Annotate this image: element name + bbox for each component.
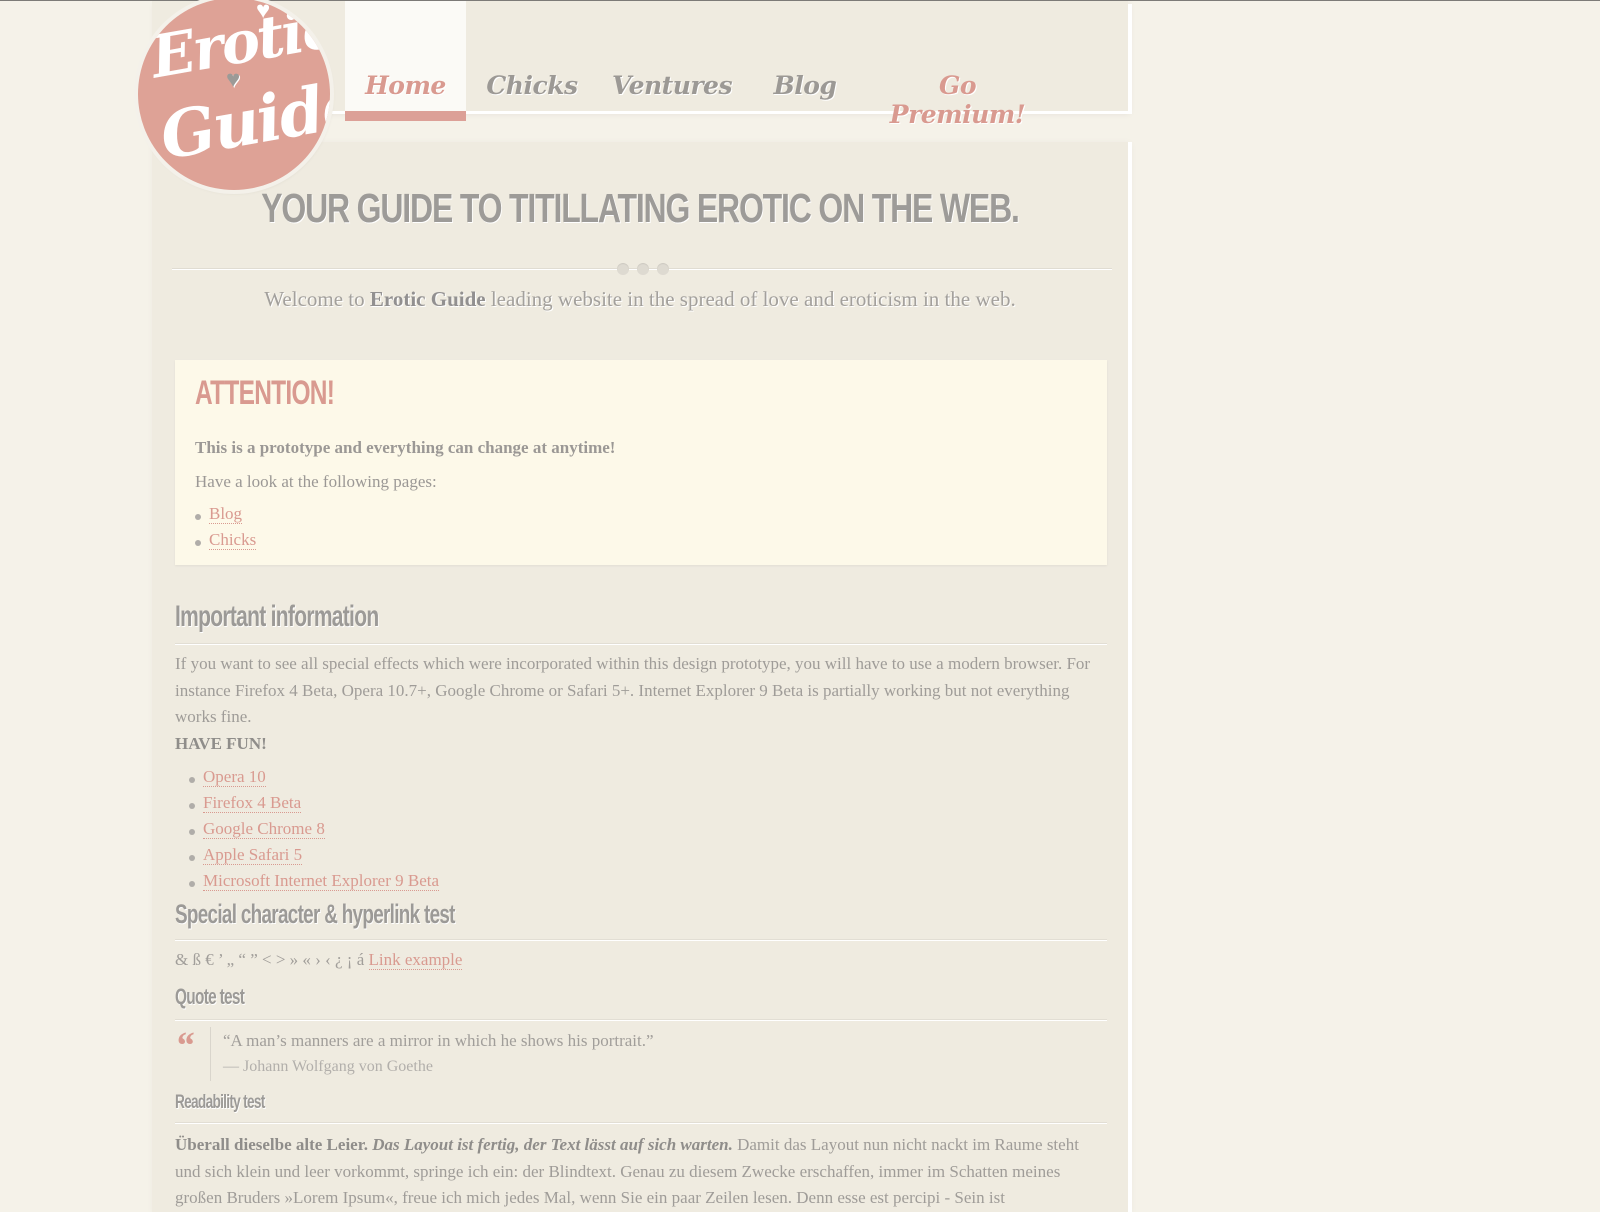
section-rule <box>175 643 1107 644</box>
quote-icon: “ <box>175 1025 194 1067</box>
list-item: Microsoft Internet Explorer 9 Beta <box>175 871 440 897</box>
quote-heading: Quote test <box>175 984 245 1009</box>
nav-chicks[interactable]: Chicks <box>472 1 592 121</box>
link-firefox[interactable]: Firefox 4 Beta <box>203 793 302 813</box>
quote-author: — Johann Wolfgang von Goethe <box>223 1058 433 1075</box>
nav-go-premium[interactable]: Go Premium! <box>875 1 1040 129</box>
list-item: Opera 10 <box>175 767 439 793</box>
attention-links: Blog Chicks <box>181 504 257 556</box>
link-blog[interactable]: Blog <box>209 504 243 524</box>
attention-box: ATTENTION! This is a prototype and every… <box>175 360 1107 565</box>
nav-ventures[interactable]: Ventures <box>607 1 737 121</box>
list-item: Google Chrome 8 <box>175 819 439 845</box>
quote-bar <box>210 1027 211 1081</box>
section-rule <box>175 939 1107 940</box>
link-opera[interactable]: Opera 10 <box>203 767 266 787</box>
nav-blog[interactable]: Blog <box>755 1 855 121</box>
special-characters: & ß € ’ „ “ ” < > » « › ‹ ¿ ¡ á Link exa… <box>175 950 463 970</box>
section-rule <box>175 1122 1107 1123</box>
link-chrome[interactable]: Google Chrome 8 <box>203 819 325 839</box>
quote-text: “A man’s manners are a mirror in which h… <box>223 1031 654 1050</box>
welcome-text: Welcome to Erotic Guide leading website … <box>264 287 1016 311</box>
browser-list: Opera 10 Firefox 4 Beta Google Chrome 8 … <box>175 767 440 897</box>
attention-title: ATTENTION! <box>195 374 335 412</box>
attention-text: Have a look at the following pages: <box>195 472 437 491</box>
list-item: Blog <box>181 504 256 530</box>
list-item: Firefox 4 Beta <box>175 793 439 819</box>
nav-home[interactable]: Home <box>345 1 466 121</box>
divider-dots <box>617 262 677 280</box>
attention-bold-text: This is a prototype and everything can c… <box>195 438 616 457</box>
section-rule <box>175 1019 1107 1020</box>
link-chicks[interactable]: Chicks <box>209 530 257 550</box>
important-heading: Important information <box>175 600 379 633</box>
link-example[interactable]: Link example <box>368 950 463 970</box>
page-tagline: YOUR GUIDE TO TITILLATING EROTIC ON THE … <box>261 185 1020 231</box>
brand-name: Erotic Guide <box>369 287 486 311</box>
site-logo[interactable]: ♥ Erotic ♥ Guide <box>138 0 330 190</box>
have-fun-text: HAVE FUN! <box>175 734 267 753</box>
readability-heading: Readability test <box>175 1092 265 1113</box>
special-heading: Special character & hyperlink test <box>175 899 455 929</box>
list-item: Chicks <box>181 530 257 556</box>
list-item: Apple Safari 5 <box>175 845 439 871</box>
link-safari[interactable]: Apple Safari 5 <box>203 845 303 865</box>
link-ie[interactable]: Microsoft Internet Explorer 9 Beta <box>203 871 440 891</box>
important-paragraph: If you want to see all special effects w… <box>175 654 1091 726</box>
